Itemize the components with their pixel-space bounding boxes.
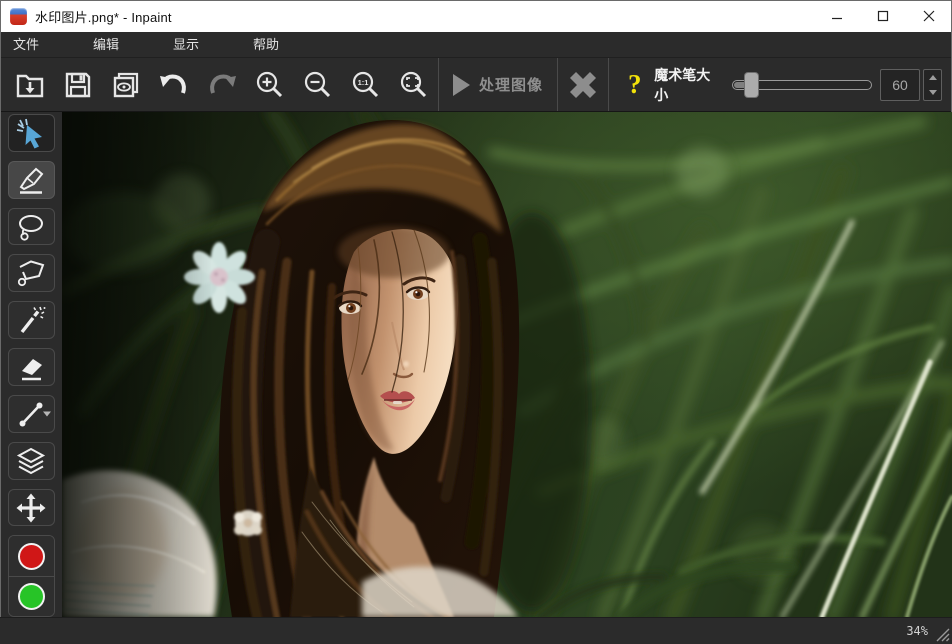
canvas-area (62, 112, 952, 617)
svg-text:1:1: 1:1 (358, 78, 369, 87)
tool-lasso[interactable] (8, 208, 55, 246)
magic-select-cursor-icon (14, 116, 48, 150)
maximize-button[interactable] (860, 0, 906, 32)
layers-icon (14, 444, 48, 478)
resize-grip[interactable] (936, 628, 950, 642)
help-icon: ? (628, 69, 642, 100)
cancel-processing-button[interactable] (558, 58, 608, 111)
photo-small-flower (234, 510, 262, 536)
toolbar-separator (608, 58, 609, 111)
close-button[interactable] (906, 0, 952, 32)
toolbar-file-group: 1:1 (0, 58, 438, 111)
magic-pen-size-slider[interactable] (732, 80, 872, 90)
maximize-icon (877, 10, 889, 22)
zoom-actual-icon: 1:1 (350, 69, 382, 101)
marker-color-group (8, 535, 55, 617)
zoom-level-text: 34% (906, 624, 928, 638)
marker-pen-icon (14, 163, 48, 197)
cancel-icon (565, 67, 601, 103)
play-icon (453, 74, 470, 96)
tool-magic-select[interactable] (8, 114, 55, 152)
zoom-in-icon (254, 69, 286, 101)
open-image-button[interactable] (6, 58, 54, 111)
zoom-out-icon (302, 69, 334, 101)
tool-layers[interactable] (8, 442, 55, 480)
spin-up-button[interactable] (924, 70, 941, 85)
main-area (0, 112, 952, 617)
titlebar: 水印图片.png* - Inpaint (0, 0, 952, 32)
save-button[interactable] (54, 58, 102, 111)
undo-button[interactable] (150, 58, 198, 111)
save-icon (62, 69, 94, 101)
menu-edit[interactable]: 编辑 (80, 32, 132, 57)
open-image-icon (14, 69, 46, 101)
line-tool-dropdown-icon[interactable] (43, 411, 51, 416)
zoom-actual-button[interactable]: 1:1 (342, 58, 390, 111)
menu-view[interactable]: 显示 (160, 32, 212, 57)
magic-wand-icon (14, 303, 48, 337)
red-marker-icon (18, 543, 45, 570)
zoom-fit-icon (398, 69, 430, 101)
donor-color-green-button[interactable] (9, 576, 54, 616)
zoom-in-button[interactable] (246, 58, 294, 111)
tool-sidebar (0, 112, 62, 617)
green-marker-icon (18, 583, 45, 610)
move-icon (14, 491, 48, 525)
window-title: 水印图片.png* - Inpaint (35, 7, 172, 26)
app-window: 水印图片.png* - Inpaint 文件 编辑 显示 帮助 (0, 0, 952, 644)
window-controls (814, 0, 952, 32)
help-button[interactable]: ? (617, 58, 652, 111)
menubar: 文件 编辑 显示 帮助 (0, 32, 952, 58)
minimize-button[interactable] (814, 0, 860, 32)
toolbar: 1:1 处理图像 ? 魔术笔大小 (0, 58, 952, 112)
slider-handle[interactable] (745, 73, 758, 97)
menu-file[interactable]: 文件 (0, 32, 52, 57)
tool-magic-wand[interactable] (8, 301, 55, 339)
spin-arrows (923, 69, 942, 101)
preview-original-button[interactable] (102, 58, 150, 111)
polygon-lasso-icon (14, 256, 48, 290)
magic-pen-slider-wrap (732, 58, 872, 111)
menu-help[interactable]: 帮助 (240, 32, 292, 57)
statusbar: 34% (0, 617, 952, 644)
minimize-icon (831, 10, 843, 22)
photo-vignette (62, 112, 212, 617)
tool-polygon-lasso[interactable] (8, 254, 55, 292)
undo-icon (157, 68, 191, 102)
close-icon (923, 10, 935, 22)
tool-eraser[interactable] (8, 348, 55, 386)
tool-move[interactable] (8, 489, 55, 527)
magic-pen-size-value[interactable]: 60 (880, 69, 920, 101)
redo-button[interactable] (198, 58, 246, 111)
process-image-button[interactable]: 处理图像 (439, 58, 557, 111)
magic-pen-size-label: 魔术笔大小 (654, 58, 722, 111)
zoom-fit-button[interactable] (390, 58, 438, 111)
canvas-image[interactable] (62, 112, 952, 617)
eraser-icon (14, 350, 48, 384)
spin-down-button[interactable] (924, 85, 941, 100)
magic-pen-size-spinbox: 60 (880, 58, 942, 111)
lasso-icon (14, 210, 48, 244)
process-image-label: 处理图像 (479, 74, 543, 95)
zoom-out-button[interactable] (294, 58, 342, 111)
tool-line[interactable] (8, 395, 55, 433)
app-logo-icon (10, 8, 27, 25)
preview-original-icon (110, 69, 142, 101)
tool-marker[interactable] (8, 161, 55, 199)
redo-icon (205, 68, 239, 102)
mask-color-red-button[interactable] (9, 536, 54, 576)
